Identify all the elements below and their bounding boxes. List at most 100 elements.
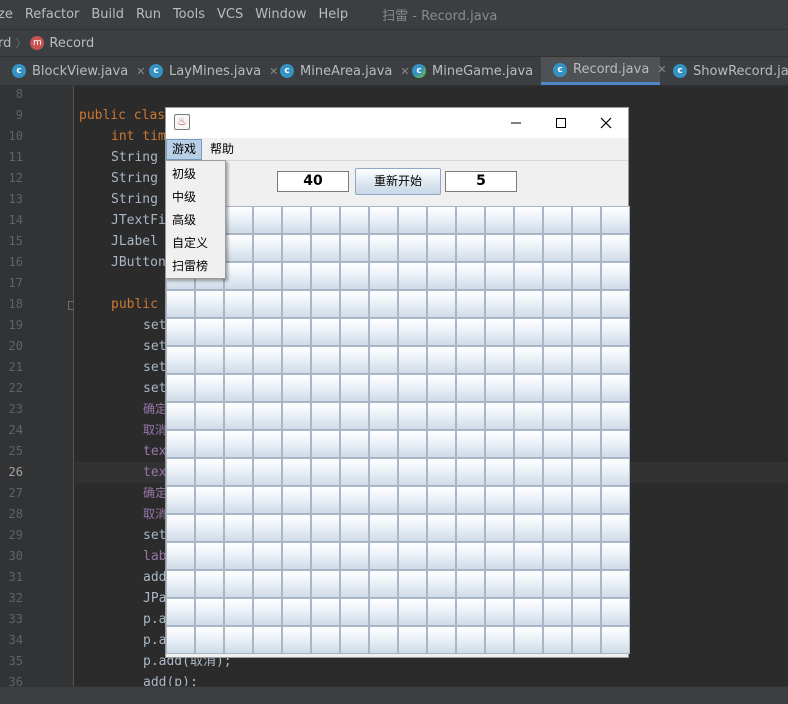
mine-cell-button[interactable] bbox=[543, 626, 572, 654]
mine-cell-button[interactable] bbox=[195, 318, 224, 346]
mine-cell-button[interactable] bbox=[456, 430, 485, 458]
mine-cell-button[interactable] bbox=[485, 430, 514, 458]
mine-cell-button[interactable] bbox=[514, 570, 543, 598]
mine-cell-button[interactable] bbox=[601, 570, 630, 598]
menu-analyze[interactable]: ze bbox=[0, 7, 13, 22]
mine-cell-button[interactable] bbox=[369, 402, 398, 430]
mine-cell-button[interactable] bbox=[543, 290, 572, 318]
mine-cell-button[interactable] bbox=[253, 486, 282, 514]
mine-cell-button[interactable] bbox=[166, 598, 195, 626]
mine-cell-button[interactable] bbox=[572, 290, 601, 318]
mine-cell-button[interactable] bbox=[398, 318, 427, 346]
mine-cell-button[interactable] bbox=[514, 430, 543, 458]
mine-cell-button[interactable] bbox=[456, 290, 485, 318]
mine-cell-button[interactable] bbox=[282, 346, 311, 374]
mine-cell-button[interactable] bbox=[369, 206, 398, 234]
mine-cell-button[interactable] bbox=[572, 542, 601, 570]
mine-cell-button[interactable] bbox=[485, 374, 514, 402]
mine-cell-button[interactable] bbox=[224, 542, 253, 570]
mine-cell-button[interactable] bbox=[514, 318, 543, 346]
mine-cell-button[interactable] bbox=[543, 570, 572, 598]
maximize-button[interactable] bbox=[538, 108, 584, 138]
mine-cell-button[interactable] bbox=[369, 598, 398, 626]
mine-cell-button[interactable] bbox=[398, 346, 427, 374]
mine-cell-button[interactable] bbox=[311, 598, 340, 626]
mine-cell-button[interactable] bbox=[166, 486, 195, 514]
mine-cell-button[interactable] bbox=[282, 206, 311, 234]
mine-cell-button[interactable] bbox=[166, 402, 195, 430]
mine-cell-button[interactable] bbox=[224, 290, 253, 318]
mine-cell-button[interactable] bbox=[282, 542, 311, 570]
mine-cell-button[interactable] bbox=[398, 514, 427, 542]
mine-cell-button[interactable] bbox=[398, 374, 427, 402]
mine-cell-button[interactable] bbox=[427, 514, 456, 542]
mine-cell-button[interactable] bbox=[166, 542, 195, 570]
mine-cell-button[interactable] bbox=[456, 234, 485, 262]
mine-cell-button[interactable] bbox=[543, 402, 572, 430]
mine-cell-button[interactable] bbox=[514, 626, 543, 654]
mine-cell-button[interactable] bbox=[195, 542, 224, 570]
mine-cell-button[interactable] bbox=[601, 262, 630, 290]
mine-cell-button[interactable] bbox=[456, 486, 485, 514]
mine-cell-button[interactable] bbox=[514, 346, 543, 374]
mine-cell-button[interactable] bbox=[340, 234, 369, 262]
mine-cell-button[interactable] bbox=[485, 346, 514, 374]
mine-cell-button[interactable] bbox=[514, 262, 543, 290]
mine-cell-button[interactable] bbox=[282, 598, 311, 626]
mine-cell-button[interactable] bbox=[398, 598, 427, 626]
mine-cell-button[interactable] bbox=[427, 542, 456, 570]
mine-cell-button[interactable] bbox=[224, 262, 253, 290]
mine-cell-button[interactable] bbox=[195, 346, 224, 374]
mine-cell-button[interactable] bbox=[253, 402, 282, 430]
mine-cell-button[interactable] bbox=[166, 346, 195, 374]
mine-cell-button[interactable] bbox=[340, 402, 369, 430]
mine-cell-button[interactable] bbox=[224, 598, 253, 626]
mine-cell-button[interactable] bbox=[166, 374, 195, 402]
mine-cell-button[interactable] bbox=[485, 318, 514, 346]
mine-cell-button[interactable] bbox=[340, 570, 369, 598]
mine-cell-button[interactable] bbox=[456, 570, 485, 598]
mine-cell-button[interactable] bbox=[369, 346, 398, 374]
mine-cell-button[interactable] bbox=[572, 570, 601, 598]
mine-cell-button[interactable] bbox=[543, 486, 572, 514]
menu-help[interactable]: Help bbox=[318, 7, 348, 22]
mine-cell-button[interactable] bbox=[282, 234, 311, 262]
mine-cell-button[interactable] bbox=[427, 262, 456, 290]
mine-cell-button[interactable] bbox=[427, 430, 456, 458]
mine-cell-button[interactable] bbox=[398, 626, 427, 654]
mine-cell-button[interactable] bbox=[572, 514, 601, 542]
mine-cell-button[interactable] bbox=[514, 206, 543, 234]
mine-cell-button[interactable] bbox=[340, 486, 369, 514]
restart-button[interactable]: 重新开始 bbox=[355, 168, 441, 195]
mine-cell-button[interactable] bbox=[224, 374, 253, 402]
mine-cell-button[interactable] bbox=[485, 458, 514, 486]
mine-cell-button[interactable] bbox=[224, 570, 253, 598]
mine-cell-button[interactable] bbox=[485, 402, 514, 430]
mine-cell-button[interactable] bbox=[195, 598, 224, 626]
mine-cell-button[interactable] bbox=[514, 234, 543, 262]
mine-cell-button[interactable] bbox=[601, 458, 630, 486]
mine-cell-button[interactable] bbox=[282, 318, 311, 346]
mine-cell-button[interactable] bbox=[340, 514, 369, 542]
mine-cell-button[interactable] bbox=[166, 430, 195, 458]
mine-cell-button[interactable] bbox=[253, 570, 282, 598]
mine-cell-button[interactable] bbox=[311, 206, 340, 234]
mine-cell-button[interactable] bbox=[456, 514, 485, 542]
mine-cell-button[interactable] bbox=[311, 486, 340, 514]
menu-window[interactable]: Window bbox=[255, 7, 306, 22]
mine-cell-button[interactable] bbox=[427, 290, 456, 318]
mine-cell-button[interactable] bbox=[572, 458, 601, 486]
window-titlebar[interactable]: ♨ bbox=[166, 108, 628, 138]
mine-cell-button[interactable] bbox=[282, 486, 311, 514]
mine-cell-button[interactable] bbox=[340, 542, 369, 570]
mine-cell-button[interactable] bbox=[195, 458, 224, 486]
mine-cell-button[interactable] bbox=[340, 430, 369, 458]
mine-cell-button[interactable] bbox=[224, 206, 253, 234]
mine-cell-button[interactable] bbox=[224, 234, 253, 262]
mine-cell-button[interactable] bbox=[398, 570, 427, 598]
menu-tools[interactable]: Tools bbox=[173, 7, 205, 22]
mine-cell-button[interactable] bbox=[253, 458, 282, 486]
mine-cell-button[interactable] bbox=[340, 206, 369, 234]
mine-cell-button[interactable] bbox=[311, 290, 340, 318]
mine-cell-button[interactable] bbox=[456, 458, 485, 486]
